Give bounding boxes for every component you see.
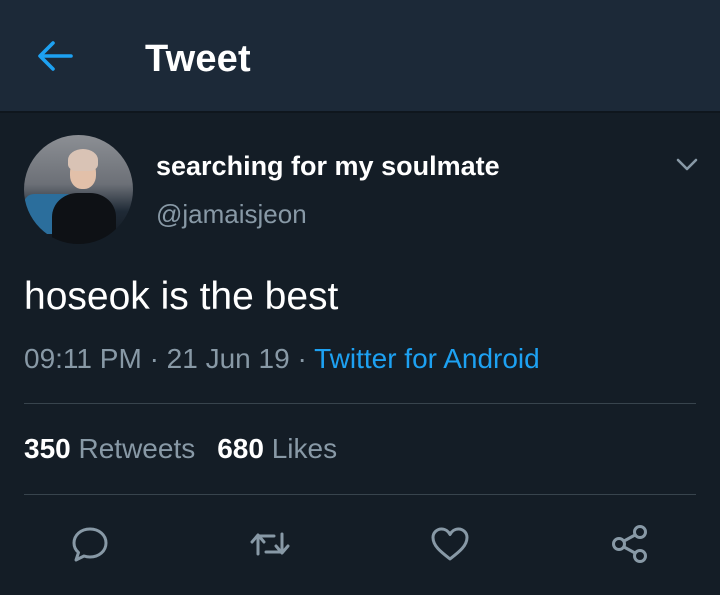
retweets-label: Retweets <box>78 433 196 464</box>
tweet-stats: 350 Retweets 680 Likes <box>24 433 337 465</box>
back-button[interactable] <box>30 34 80 78</box>
chevron-down-icon <box>676 158 698 171</box>
tweet-text: hoseok is the best <box>24 275 339 318</box>
display-name[interactable]: searching for my soulmate <box>156 151 500 182</box>
tweet-source-link[interactable]: Twitter for Android <box>314 343 540 374</box>
tweet-time: 09:11 PM <box>24 343 142 374</box>
tweet-meta: 09:11 PM · 21 Jun 19 · Twitter for Andro… <box>24 343 540 375</box>
arrow-left-icon <box>38 41 73 71</box>
action-bar <box>0 520 720 575</box>
share-icon <box>612 525 647 563</box>
retweets-stat[interactable]: 350 Retweets <box>24 433 195 464</box>
retweet-icon <box>250 532 290 556</box>
reply-button[interactable] <box>66 520 114 568</box>
tweet-menu-button[interactable] <box>672 153 702 177</box>
likes-count: 680 <box>217 433 264 464</box>
user-handle[interactable]: @jamaisjeon <box>156 199 307 230</box>
meta-separator: · <box>297 343 307 374</box>
retweet-button[interactable] <box>246 520 294 568</box>
meta-separator: · <box>149 343 159 374</box>
page-title: Tweet <box>145 38 251 80</box>
share-button[interactable] <box>606 520 654 568</box>
heart-icon <box>431 527 469 561</box>
divider <box>24 494 696 495</box>
tweet-date: 21 Jun 19 <box>166 343 290 374</box>
likes-label: Likes <box>271 433 338 464</box>
tweet-detail: searching for my soulmate @jamaisjeon ho… <box>0 115 720 595</box>
likes-stat[interactable]: 680 Likes <box>217 433 337 464</box>
retweets-count: 350 <box>24 433 71 464</box>
app-bar: Tweet <box>0 0 720 113</box>
reply-icon <box>72 527 108 562</box>
avatar[interactable] <box>24 135 133 244</box>
divider <box>24 403 696 404</box>
like-button[interactable] <box>426 520 474 568</box>
